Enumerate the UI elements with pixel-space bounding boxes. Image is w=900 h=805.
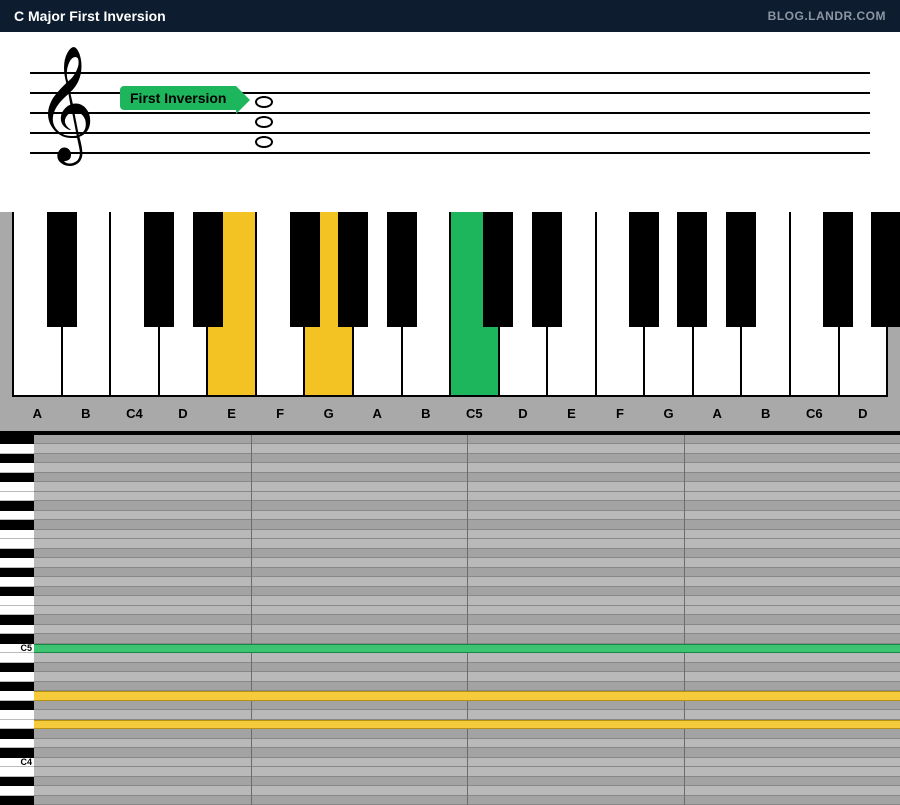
black-key [726,212,756,327]
piano-roll: C5 C4 [0,435,900,805]
black-key [483,212,513,327]
piano-roll-key-thumb: C5 C4 [0,435,34,805]
roll-note-e4 [34,720,900,729]
key-label: C6 [806,406,823,421]
key-label: F [616,406,624,421]
key-label: E [227,406,236,421]
roll-thumb-row [0,463,34,472]
black-key [193,212,223,327]
treble-clef-icon: 𝄞 [36,54,95,154]
bar-line [251,435,252,805]
roll-thumb-row [0,492,34,501]
roll-thumb-row [0,577,34,586]
piano-roll-grid [34,435,900,805]
roll-thumb-row [0,796,34,805]
roll-thumb-row [0,482,34,491]
roll-thumb-row [0,520,34,529]
note-g4 [255,116,273,128]
black-key [144,212,174,327]
key-label: G [664,406,674,421]
roll-thumb-row [0,454,34,463]
key-label: D [858,406,867,421]
black-key [338,212,368,327]
key-label: D [178,406,187,421]
staff: 𝄞 First Inversion [30,72,870,152]
roll-thumb-row [0,767,34,776]
roll-thumb-row [0,729,34,738]
staff-notation: 𝄞 First Inversion [0,32,900,212]
bar-line [467,435,468,805]
note-e4 [255,136,273,148]
roll-thumb-row [0,435,34,444]
roll-thumb-row [0,653,34,662]
roll-note-g4 [34,691,900,700]
key-label: A [373,406,382,421]
key-label: B [761,406,770,421]
roll-thumb-row [0,530,34,539]
black-key [823,212,853,327]
site-name: BLOG.LANDR.COM [768,9,886,23]
roll-thumb-row [0,701,34,710]
key-label: G [324,406,334,421]
octave-label-c4: C4 [20,757,32,767]
key-label: B [81,406,90,421]
roll-note-c5 [34,644,900,653]
roll-thumb-row [0,558,34,567]
key-label: D [518,406,527,421]
key-label: F [276,406,284,421]
roll-thumb-row [0,739,34,748]
key-label: A [33,406,42,421]
note-c5 [255,96,273,108]
black-key [871,212,900,327]
roll-thumb-row [0,501,34,510]
roll-thumb-row [0,786,34,795]
roll-thumb-row [0,511,34,520]
roll-thumb-row [0,606,34,615]
keyboard: ABC4DEFGABC5DEFGABC6D [12,212,888,397]
octave-label-c5: C5 [20,643,32,653]
black-key [47,212,77,327]
roll-thumb-row [0,473,34,482]
roll-thumb-row [0,625,34,634]
key-label: C4 [126,406,143,421]
inversion-label: First Inversion [120,86,236,110]
black-key [677,212,707,327]
roll-thumb-row [0,596,34,605]
black-key [532,212,562,327]
roll-thumb-row [0,587,34,596]
key-label: C5 [466,406,483,421]
roll-thumb-row [0,615,34,624]
roll-thumb-row [0,539,34,548]
roll-thumb-row [0,663,34,672]
roll-thumb-row [0,691,34,700]
black-key [629,212,659,327]
roll-thumb-row [0,444,34,453]
key-label: B [421,406,430,421]
key-label: E [567,406,576,421]
roll-thumb-row [0,682,34,691]
roll-thumb-row [0,777,34,786]
header-bar: C Major First Inversion BLOG.LANDR.COM [0,0,900,32]
roll-thumb-row [0,549,34,558]
black-key [387,212,417,327]
keyboard-section: A B C4 D E F G A B C5 D E F G A B C6 D [0,212,900,431]
page-title: C Major First Inversion [14,8,166,24]
roll-thumb-row [0,710,34,719]
key-label: A [712,406,721,421]
black-key [290,212,320,327]
roll-thumb-row [0,672,34,681]
roll-thumb-row [0,568,34,577]
bar-line [684,435,685,805]
roll-thumb-row [0,720,34,729]
